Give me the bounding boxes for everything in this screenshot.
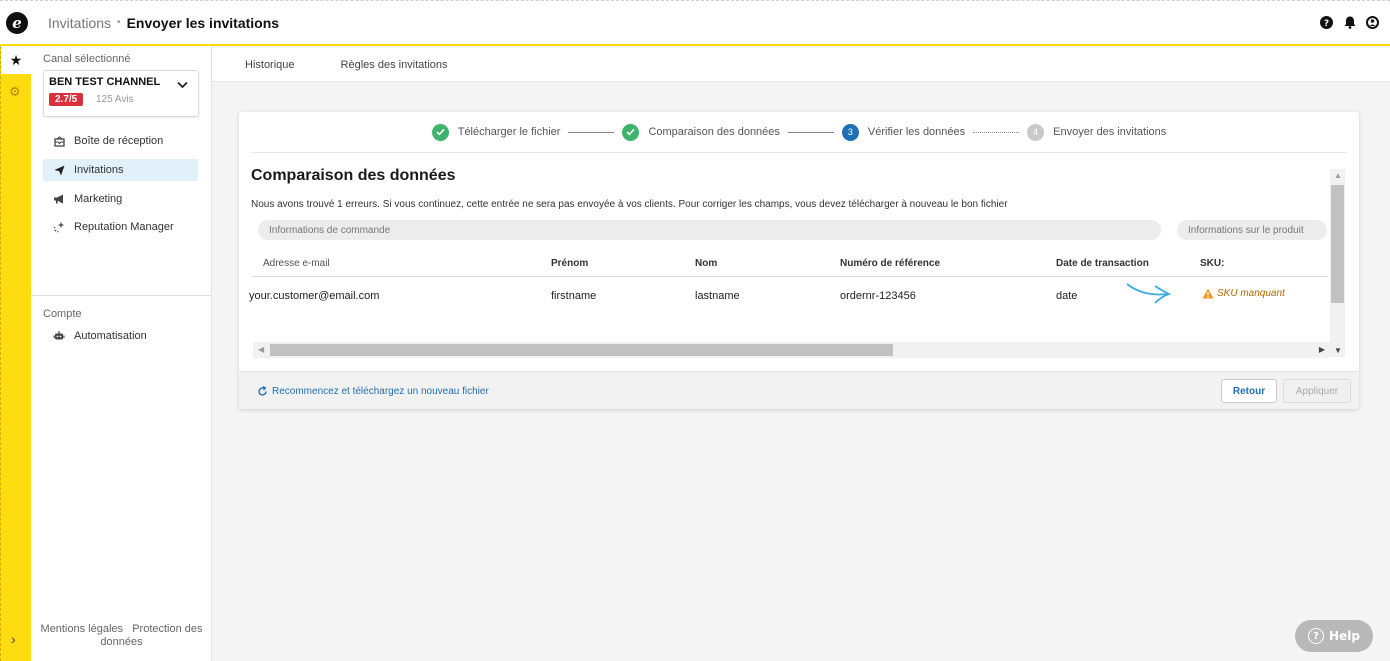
legal-link[interactable]: Mentions légales (40, 623, 123, 635)
step-upload: Télécharger le fichier (431, 123, 561, 141)
star-icon[interactable]: ★ (1, 46, 31, 74)
help-button[interactable]: ? Help (1295, 620, 1373, 652)
scroll-down-icon[interactable]: ▼ (1334, 346, 1342, 355)
question-circle-icon: ? (1308, 628, 1325, 644)
chevron-down-icon (177, 78, 188, 92)
sidebar-item-invitations[interactable]: Invitations (43, 159, 198, 181)
bell-icon[interactable] (1342, 15, 1357, 30)
sku-missing-warning: SKU manquant (1202, 288, 1285, 299)
step-connector (787, 131, 834, 133)
megaphone-icon (52, 194, 66, 204)
sidebar-item-marketing[interactable]: Marketing (43, 188, 198, 210)
top-icons: ? (1319, 15, 1380, 30)
cell-email: your.customer@email.com (249, 290, 380, 302)
header-divider (251, 276, 1328, 277)
sidebar-item-label: Invitations (74, 164, 124, 176)
review-count: 125 Avis (96, 94, 134, 105)
send-icon (52, 165, 66, 176)
channel-label: Canal sélectionné (43, 53, 131, 65)
sidebar-footer: Mentions légales Protection des données (39, 623, 204, 649)
step-comparison: Comparaison des données (622, 123, 780, 141)
sidebar: Canal sélectionné BEN TEST CHANNEL 2.7/5… (31, 46, 212, 661)
left-rail: ★ ⚙ › (0, 46, 31, 661)
help-icon[interactable]: ? (1319, 15, 1334, 30)
step-verify: 3 Vérifier les données (841, 123, 966, 141)
cell-date: date (1056, 290, 1078, 302)
step-number: 4 (1027, 123, 1045, 141)
column-header-date: Date de transaction (1056, 258, 1149, 269)
error-description: Nous avons trouvé 1 erreurs. Si vous con… (251, 199, 1008, 210)
sidebar-item-automation[interactable]: Automatisation (43, 325, 198, 347)
vertical-scrollbar[interactable]: ▲ ▼ (1330, 169, 1345, 357)
step-send: 4 Envoyer des invitations (1027, 123, 1167, 141)
gear-icon[interactable]: ⚙ (9, 84, 21, 100)
breadcrumb-root[interactable]: Invitations (48, 15, 111, 31)
sidebar-divider (31, 295, 211, 296)
step-label: Télécharger le fichier (457, 126, 561, 138)
step-number: 3 (841, 123, 859, 141)
rating-badge: 2.7/5 (49, 93, 84, 106)
sidebar-item-inbox[interactable]: Boîte de réception (43, 130, 198, 152)
stepper: Télécharger le fichier Comparaison des d… (251, 112, 1347, 153)
channel-name: BEN TEST CHANNEL (49, 76, 161, 88)
step-label: Vérifier les données (867, 126, 966, 138)
breadcrumb-separator: • (117, 17, 121, 28)
cell-reference: ordernr-123456 (840, 290, 916, 302)
step-connector (973, 131, 1020, 133)
back-button[interactable]: Retour (1221, 379, 1277, 403)
sidebar-item-label: Marketing (74, 193, 123, 205)
sidebar-item-label: Automatisation (74, 330, 147, 342)
scroll-up-icon[interactable]: ▲ (1334, 171, 1342, 180)
help-label: Help (1329, 629, 1360, 643)
expand-chevron-icon[interactable]: › (11, 631, 16, 647)
step-connector (568, 131, 615, 133)
refresh-icon (258, 386, 267, 396)
tab-invitation-rules[interactable]: Règles des invitations (341, 59, 448, 71)
column-header-lastname: Nom (695, 258, 718, 269)
trusted-shops-logo[interactable]: e (2, 8, 32, 38)
card-footer: Recommencez et téléchargez un nouveau fi… (239, 371, 1359, 409)
horizontal-scrollbar[interactable]: ◀ ▶ (253, 342, 1330, 358)
breadcrumb: Invitations • Envoyer les invitations (48, 15, 279, 31)
step-label: Envoyer des invitations (1053, 126, 1167, 138)
restart-upload-link[interactable]: Recommencez et téléchargez un nouveau fi… (257, 386, 489, 397)
sidebar-item-label: Reputation Manager (74, 221, 174, 233)
breadcrumb-current: Envoyer les invitations (126, 14, 280, 31)
column-header-sku: SKU: (1200, 258, 1225, 269)
product-info-group: Informations sur le produit (1177, 220, 1327, 240)
pointer-arrow-icon (1126, 283, 1172, 304)
inbox-icon (52, 135, 66, 147)
cell-firstname: firstname (551, 290, 597, 302)
warning-icon (1202, 288, 1214, 299)
column-header-firstname: Prénom (551, 258, 589, 269)
cell-lastname: lastname (695, 290, 740, 302)
robot-icon (52, 330, 66, 342)
page-title: Comparaison des données (251, 167, 456, 184)
vertical-scroll-thumb[interactable] (1331, 185, 1344, 303)
scroll-left-icon[interactable]: ◀ (258, 345, 264, 354)
sparkle-icon (52, 221, 66, 233)
sku-error-text: SKU manquant (1217, 288, 1285, 299)
check-circle-icon (622, 123, 640, 141)
sub-navigation: Historique Règles des invitations (212, 48, 1390, 82)
horizontal-scroll-thumb[interactable] (270, 344, 893, 356)
sidebar-item-label: Boîte de réception (74, 135, 164, 147)
top-bar: e Invitations • Envoyer les invitations … (0, 0, 1390, 46)
order-info-group: Informations de commande (258, 220, 1161, 240)
scroll-right-icon[interactable]: ▶ (1319, 345, 1325, 354)
column-header-email: Adresse e-mail (263, 258, 330, 269)
sidebar-item-reputation-manager[interactable]: Reputation Manager (43, 216, 198, 238)
tab-history[interactable]: Historique (245, 59, 295, 71)
check-circle-icon (431, 123, 449, 141)
logo-mark: e (6, 11, 28, 34)
restart-link-label: Recommencez et téléchargez un nouveau fi… (272, 386, 489, 397)
data-comparison-card: Télécharger le fichier Comparaison des d… (239, 112, 1359, 409)
svg-text:?: ? (1324, 19, 1329, 29)
apply-button[interactable]: Appliquer (1283, 379, 1351, 403)
user-icon[interactable] (1365, 15, 1380, 30)
step-label: Comparaison des données (648, 126, 780, 138)
channel-selector[interactable]: BEN TEST CHANNEL 2.7/5 125 Avis (43, 70, 199, 117)
column-header-reference: Numéro de référence (840, 258, 941, 269)
account-label: Compte (43, 308, 82, 320)
